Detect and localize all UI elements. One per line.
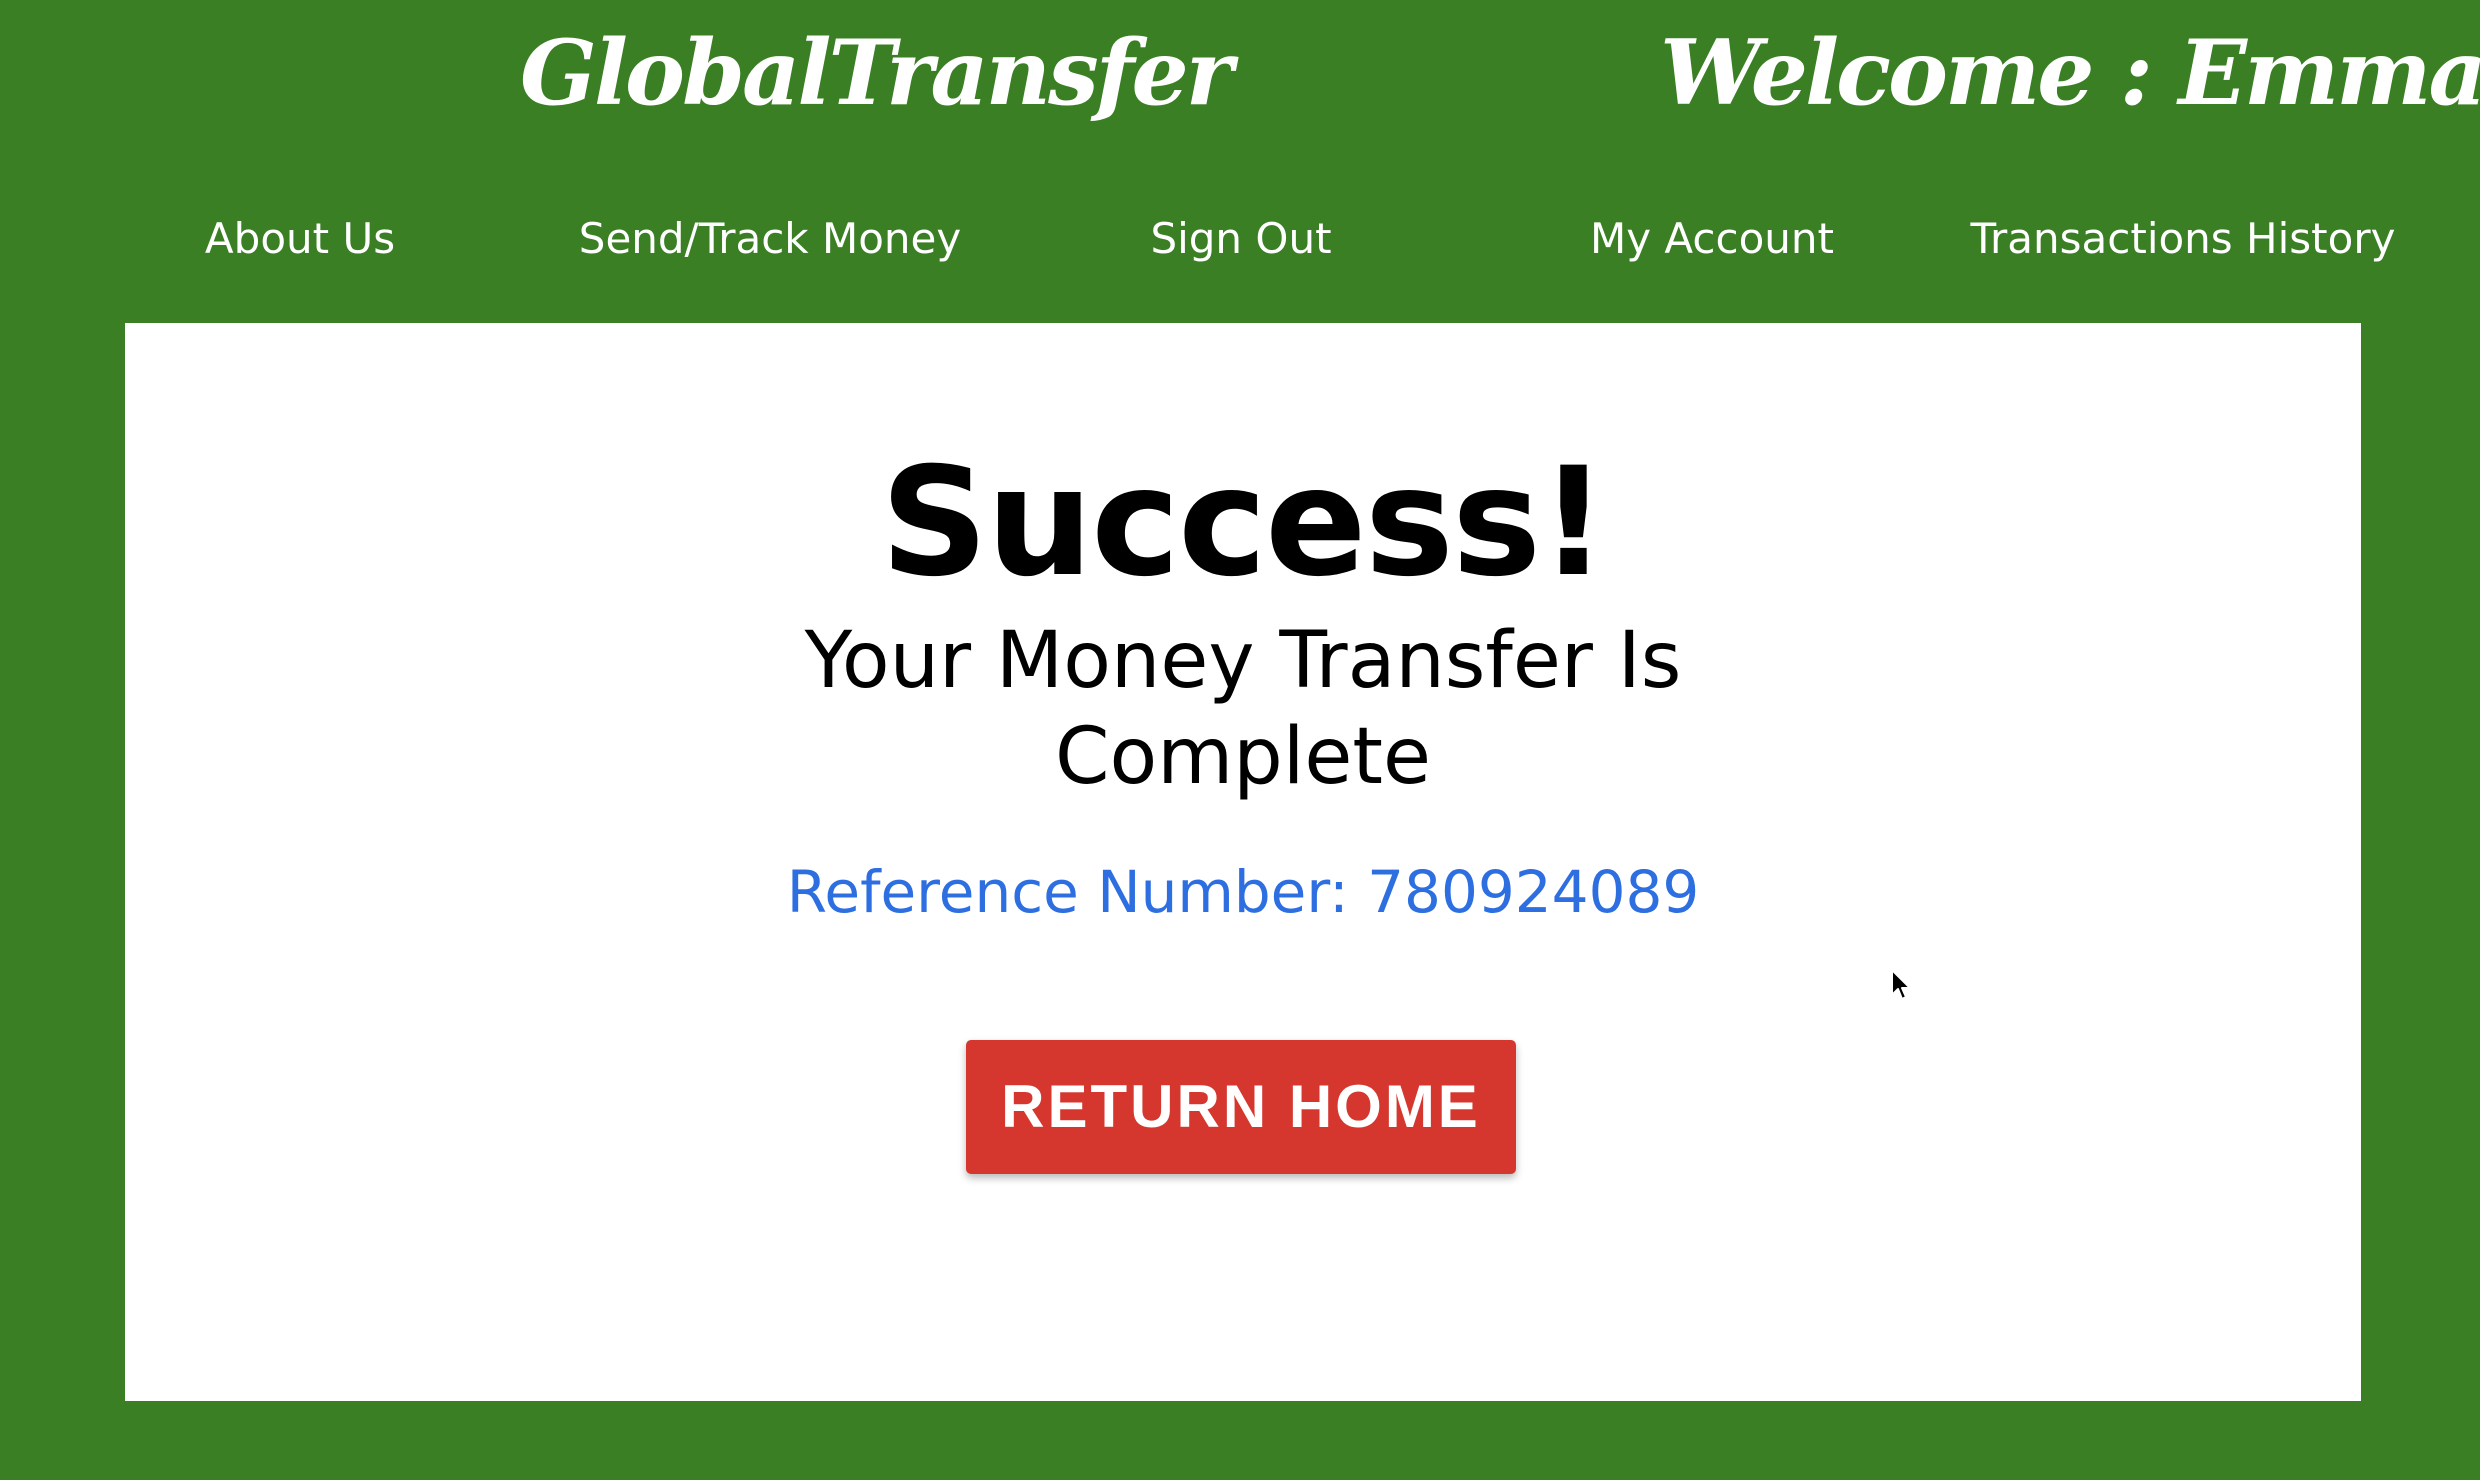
success-card: Success! Your Money Transfer Is Complete… <box>125 323 2361 1401</box>
nav-my-account[interactable]: My Account <box>1492 214 1932 263</box>
nav-about-us[interactable]: About Us <box>80 214 520 263</box>
success-title: Success! <box>880 436 1607 610</box>
mouse-pointer-icon <box>1891 969 1911 1000</box>
return-home-button[interactable]: RETURN HOME <box>966 1040 1516 1174</box>
reference-number: Reference Number: 780924089 <box>786 858 1700 926</box>
nav-sign-out[interactable]: Sign Out <box>1021 214 1461 263</box>
nav-send-track-money[interactable]: Send/Track Money <box>550 214 990 263</box>
brand-logo[interactable]: GlobalTransfer <box>520 20 1233 126</box>
welcome-message: Welcome : Emma <box>1660 20 2480 126</box>
subtitle-line-1: Your Money Transfer Is <box>804 616 1682 706</box>
subtitle-line-2: Complete <box>1055 712 1431 802</box>
transfer-complete-message: Your Money Transfer Is Complete <box>125 613 2361 805</box>
nav-transactions-history[interactable]: Transactions History <box>1963 214 2403 263</box>
